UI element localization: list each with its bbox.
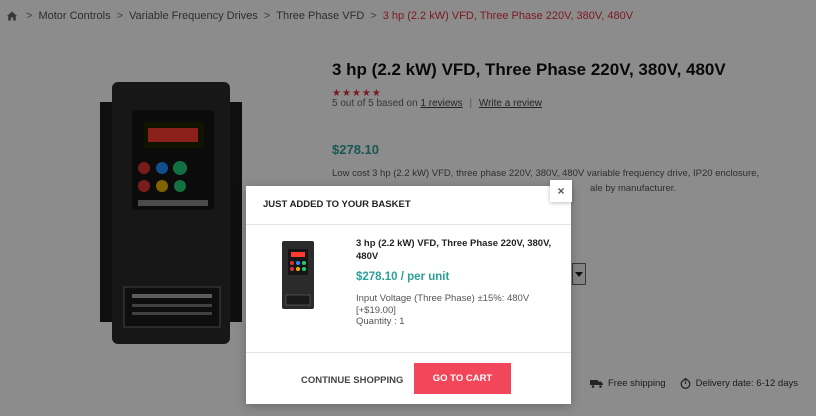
go-to-cart-button[interactable]: GO TO CART — [414, 363, 511, 394]
modal-item-options: Input Voltage (Three Phase) ±15%: 480V [… — [356, 293, 529, 328]
added-to-basket-modal: JUST ADDED TO YOUR BASKET 3 hp (2.2 kW) … — [246, 186, 571, 404]
quantity-line: Quantity : 1 — [356, 316, 405, 327]
modal-body: 3 hp (2.2 kW) VFD, Three Phase 220V, 380… — [246, 225, 571, 351]
option-line: Input Voltage (Three Phase) ±15%: 480V — [356, 293, 530, 304]
option-extra: [+$19.00] — [356, 304, 396, 316]
close-icon[interactable]: × — [550, 180, 572, 202]
continue-shopping-button[interactable]: CONTINUE SHOPPING — [301, 368, 403, 394]
modal-footer: CONTINUE SHOPPING GO TO CART — [246, 352, 571, 405]
modal-item-title: 3 hp (2.2 kW) VFD, Three Phase 220V, 380… — [356, 238, 552, 262]
product-thumbnail — [278, 241, 318, 311]
modal-heading: JUST ADDED TO YOUR BASKET — [246, 186, 571, 225]
modal-item-price: $278.10 / per unit — [356, 271, 450, 283]
